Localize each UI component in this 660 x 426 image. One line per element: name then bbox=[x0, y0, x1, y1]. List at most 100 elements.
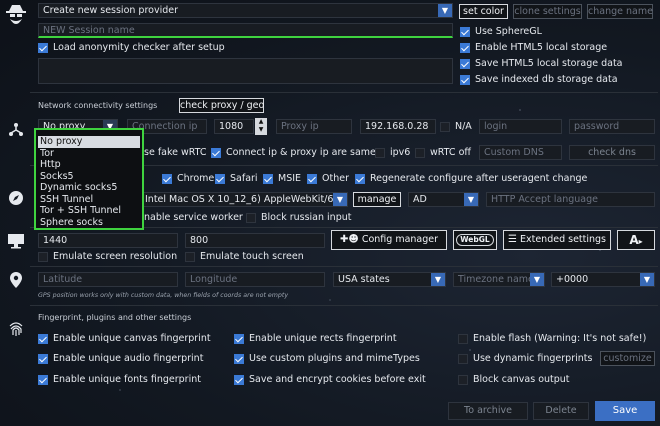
flash-checkbox[interactable]: Enable flash (Warning: It's not safe!) bbox=[458, 333, 646, 344]
states-select[interactable]: USA states ▼ bbox=[333, 272, 446, 287]
checkbox-indicator bbox=[458, 333, 468, 344]
ipv6-checkbox[interactable]: ipv6 bbox=[375, 147, 410, 158]
checkbox-indicator bbox=[375, 147, 385, 158]
proxy-type-dropdown-list[interactable]: No proxy Tor Http Socks5 Dynamic socks5 … bbox=[34, 128, 144, 230]
session-name-input[interactable]: NEW Session name bbox=[38, 23, 453, 38]
checkbox-indicator bbox=[246, 212, 256, 223]
audio-fingerprint-checkbox[interactable]: Enable unique audio fingerprint bbox=[38, 353, 203, 364]
extended-settings-button[interactable]: ☰ Extended settings bbox=[503, 230, 611, 250]
rects-fingerprint-checkbox[interactable]: Enable unique rects fingerprint bbox=[234, 333, 397, 344]
fake-wrtc-checkbox[interactable]: se fake wRTC bbox=[144, 147, 207, 158]
checkbox-indicator bbox=[162, 173, 172, 184]
port-stepper[interactable]: ▲ ▼ bbox=[255, 118, 267, 135]
other-radio[interactable]: Other bbox=[307, 173, 349, 184]
login-input[interactable]: login bbox=[479, 119, 562, 134]
block-canvas-checkbox[interactable]: Block canvas output bbox=[458, 374, 570, 385]
screen-height-input[interactable]: 800 bbox=[185, 233, 325, 248]
proxy-option[interactable]: Http bbox=[36, 159, 142, 171]
wrtc-off-checkbox[interactable]: wRTC off bbox=[415, 147, 471, 158]
regenerate-checkbox[interactable]: Regenerate configure after useragent cha… bbox=[355, 173, 587, 184]
dynamic-fingerprints-checkbox[interactable]: Use dynamic fingerprints bbox=[458, 353, 592, 364]
check-proxy-button[interactable]: check proxy / geo bbox=[179, 98, 264, 113]
checkbox-indicator bbox=[38, 251, 48, 262]
change-name-button[interactable]: change name bbox=[587, 4, 653, 19]
password-input[interactable]: password bbox=[569, 119, 655, 134]
checkbox-indicator bbox=[460, 42, 470, 53]
longitude-input[interactable]: Longitude bbox=[185, 272, 325, 287]
spy-logo-icon bbox=[5, 3, 27, 29]
config-manager-button[interactable]: ✚☻ Config manager bbox=[331, 230, 447, 250]
customize-button[interactable]: customize bbox=[600, 351, 655, 366]
checkbox-indicator bbox=[234, 374, 244, 385]
local-ip-input[interactable]: 192.168.0.28 bbox=[360, 119, 436, 134]
msie-radio[interactable]: MSIE bbox=[263, 173, 301, 184]
enable-html5-checkbox[interactable]: Enable HTML5 local storage bbox=[460, 42, 607, 53]
fonts-fingerprint-checkbox[interactable]: Enable unique fonts fingerprint bbox=[38, 374, 201, 385]
checkbox-indicator bbox=[38, 353, 48, 364]
emulate-resolution-checkbox[interactable]: Emulate screen resolution bbox=[38, 251, 177, 262]
na-checkbox[interactable]: N/A bbox=[440, 121, 472, 132]
webgl-logo-icon: WebGL bbox=[456, 234, 494, 246]
webgl-button[interactable]: WebGL bbox=[453, 230, 497, 250]
section-divider bbox=[30, 266, 658, 267]
delete-button[interactable]: Delete bbox=[533, 402, 589, 420]
checkbox-indicator bbox=[185, 251, 195, 262]
chevron-down-icon: ▼ bbox=[333, 193, 347, 206]
proxy-option[interactable]: Tor bbox=[36, 148, 142, 160]
custom-dns-input[interactable]: Custom DNS bbox=[479, 145, 562, 160]
timezone-select[interactable]: Timezone name ▼ bbox=[453, 272, 545, 287]
font-settings-button[interactable]: A▸ bbox=[617, 230, 655, 250]
clone-settings-button[interactable]: clone settings bbox=[513, 4, 582, 19]
manage-button[interactable]: manage bbox=[353, 192, 401, 207]
tz-offset-select[interactable]: +0000 ▼ bbox=[551, 272, 655, 287]
checkbox-indicator bbox=[415, 147, 425, 158]
checkbox-indicator bbox=[460, 74, 470, 85]
proxy-option[interactable]: Dynamic socks5 bbox=[36, 182, 142, 194]
checkbox-indicator bbox=[234, 333, 244, 344]
proxy-option[interactable]: Socks5 bbox=[36, 171, 142, 183]
chrome-radio[interactable]: Chrome bbox=[162, 173, 214, 184]
save-indexed-checkbox[interactable]: Save indexed db storage data bbox=[460, 74, 618, 85]
load-anonymity-checkbox[interactable]: Load anonymity checker after setup bbox=[38, 42, 225, 53]
checkbox-indicator bbox=[458, 353, 468, 364]
block-russian-checkbox[interactable]: Block russian input bbox=[246, 212, 351, 223]
save-cookies-checkbox[interactable]: Save and encrypt cookies before exit bbox=[234, 374, 426, 385]
accept-language-input[interactable]: HTTP Accept language bbox=[486, 192, 655, 207]
fingerprint-icon bbox=[7, 320, 25, 338]
canvas-fingerprint-checkbox[interactable]: Enable unique canvas fingerprint bbox=[38, 333, 211, 344]
checkbox-indicator bbox=[460, 58, 470, 69]
checkbox-indicator bbox=[215, 173, 225, 184]
chevron-down-icon: ▼ bbox=[431, 273, 445, 286]
proxy-ip-input[interactable]: Proxy ip bbox=[276, 119, 352, 134]
proxy-option[interactable]: Sphere socks bbox=[36, 217, 142, 229]
save-button[interactable]: Save bbox=[595, 401, 655, 421]
use-spheregl-checkbox[interactable]: Use SphereGL bbox=[460, 26, 542, 37]
checkbox-indicator bbox=[38, 42, 48, 53]
custom-plugins-checkbox[interactable]: Use custom plugins and mimeTypes bbox=[234, 353, 420, 364]
set-color-button[interactable]: set color bbox=[459, 4, 508, 19]
useragent-select[interactable]: Intel Mac OS X 10_12_6) AppleWebKit/605 … bbox=[140, 192, 348, 207]
network-section-label: Network connectivity settings bbox=[38, 101, 158, 110]
section-divider bbox=[30, 92, 658, 93]
cursor-icon: ▸ bbox=[638, 237, 643, 246]
notes-textarea[interactable] bbox=[38, 58, 453, 84]
provider-select[interactable]: Create new session provider ▼ bbox=[38, 3, 453, 18]
screen-width-input[interactable]: 1440 bbox=[38, 233, 178, 248]
gps-note: GPS position works only with custom data… bbox=[38, 292, 289, 299]
latitude-input[interactable]: Latitude bbox=[38, 272, 178, 287]
service-worker-checkbox[interactable]: nable service worker bbox=[144, 212, 243, 223]
language-select[interactable]: AD ▼ bbox=[408, 192, 479, 207]
safari-radio[interactable]: Safari bbox=[215, 173, 258, 184]
proxy-option[interactable]: Tor + SSH Tunnel bbox=[36, 205, 142, 217]
fingerprint-section-label: Fingerprint, plugins and other settings bbox=[38, 313, 192, 322]
connect-same-checkbox[interactable]: Connect ip & proxy ip are same bbox=[211, 147, 376, 158]
proxy-option[interactable]: SSH Tunnel bbox=[36, 194, 142, 206]
proxy-option[interactable]: No proxy bbox=[38, 136, 140, 148]
emulate-touch-checkbox[interactable]: Emulate touch screen bbox=[185, 251, 304, 262]
chevron-down-icon: ▼ bbox=[464, 193, 478, 206]
save-html5-checkbox[interactable]: Save HTML5 local storage data bbox=[460, 58, 623, 69]
port-input[interactable]: 1080 bbox=[214, 119, 254, 134]
to-archive-button[interactable]: To archive bbox=[448, 402, 528, 420]
check-dns-button[interactable]: check dns bbox=[569, 145, 655, 160]
chevron-down-icon: ▼ bbox=[438, 4, 452, 17]
